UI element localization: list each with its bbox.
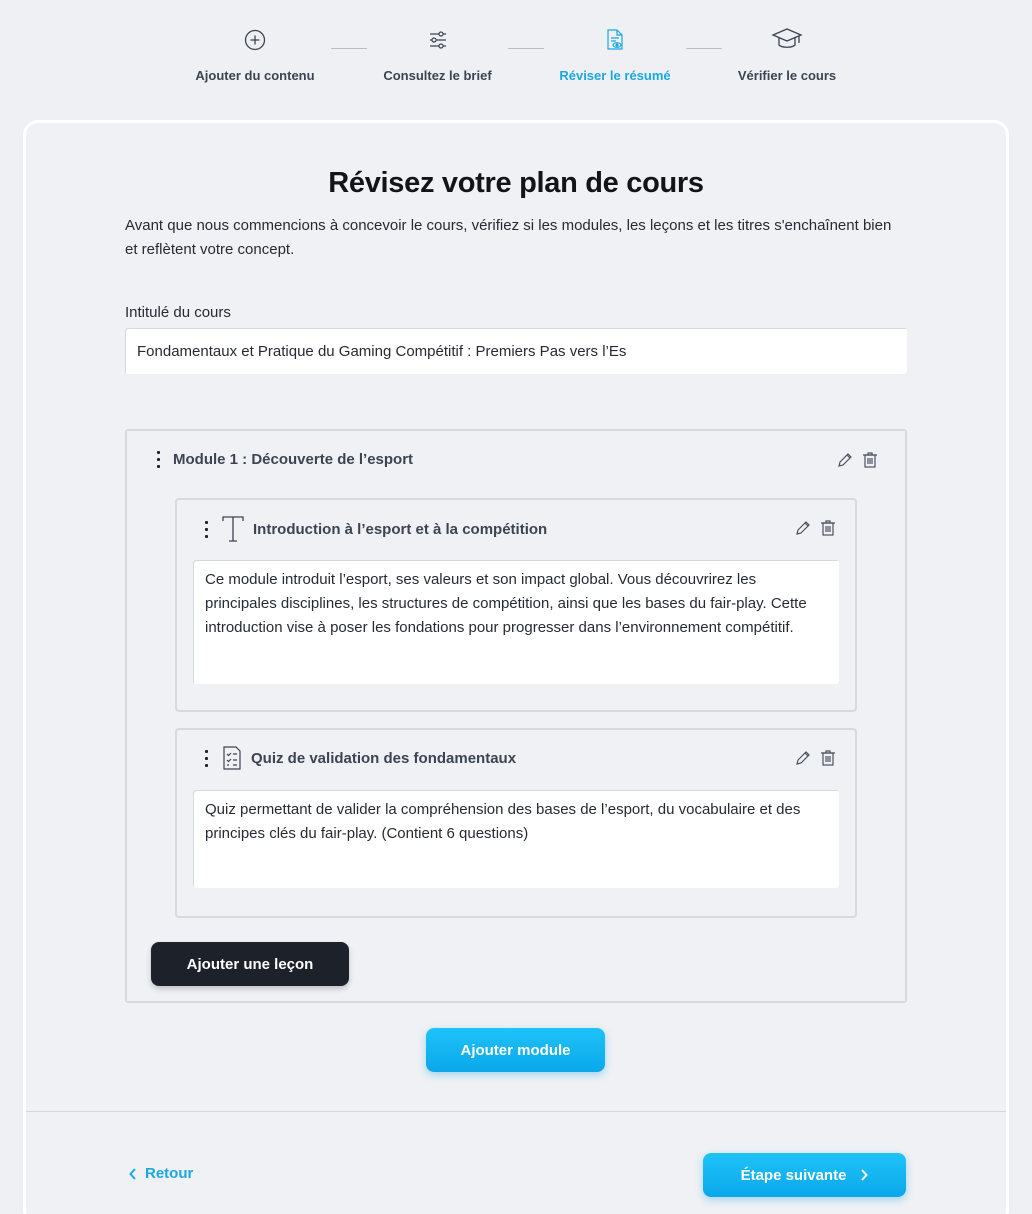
divider — [26, 1111, 1006, 1112]
lesson-actions — [794, 749, 836, 772]
trash-icon[interactable] — [820, 749, 836, 772]
step-connector — [686, 48, 722, 49]
trash-icon[interactable] — [820, 519, 836, 542]
lesson-title: Quiz de validation des fondamentaux — [251, 749, 517, 767]
lesson-description[interactable]: Quiz permettant de valider la compréhens… — [193, 790, 839, 888]
text-icon — [221, 516, 245, 542]
module-card: Module 1 : Découverte de l’esport Introd… — [125, 429, 907, 1003]
module-title: Module 1 : Découverte de l’esport — [173, 451, 414, 468]
next-step-button[interactable]: Étape suivante — [703, 1153, 906, 1197]
document-review-icon — [559, 24, 671, 56]
chevron-left-icon — [129, 1167, 137, 1180]
graduation-cap-icon — [737, 24, 837, 56]
step-add-content[interactable]: Ajouter du contenu — [195, 24, 315, 83]
step-connector — [508, 48, 544, 49]
edit-icon[interactable] — [794, 749, 812, 772]
progress-stepper: Ajouter du contenu Consultez le brief Ré… — [0, 0, 1032, 110]
step-label: Ajouter du contenu — [195, 68, 315, 83]
drag-handle-icon[interactable] — [203, 520, 209, 538]
step-label: Vérifier le cours — [737, 68, 837, 83]
step-review-summary[interactable]: Réviser le résumé — [559, 24, 671, 83]
next-step-label: Étape suivante — [740, 1166, 847, 1184]
course-title-label: Intitulé du cours — [125, 304, 231, 321]
quiz-icon — [221, 746, 243, 770]
plus-circle-icon — [195, 24, 315, 56]
drag-handle-icon[interactable] — [155, 451, 161, 468]
chevron-right-icon — [860, 1169, 869, 1181]
step-connector — [331, 48, 367, 49]
page-title: Révisez votre plan de cours — [328, 167, 704, 199]
lesson-description[interactable]: Ce module introduit l’esport, ses valeur… — [193, 560, 839, 684]
lesson-actions — [794, 519, 836, 542]
lesson-header: Introduction à l’esport et à la compétit… — [203, 516, 547, 542]
course-title-input[interactable] — [125, 328, 907, 374]
add-module-button[interactable]: Ajouter module — [426, 1028, 605, 1072]
trash-icon[interactable] — [862, 451, 878, 474]
back-link[interactable]: Retour — [129, 1165, 193, 1182]
drag-handle-icon[interactable] — [203, 749, 209, 767]
step-label: Consultez le brief — [383, 68, 492, 83]
sliders-icon — [382, 24, 493, 56]
module-header: Module 1 : Découverte de l’esport — [155, 451, 413, 468]
lesson-card: Quiz de validation des fondamentaux Quiz… — [175, 728, 857, 918]
step-label: Réviser le résumé — [559, 68, 671, 83]
lesson-header: Quiz de validation des fondamentaux — [203, 746, 516, 770]
module-actions — [836, 451, 878, 474]
step-brief[interactable]: Consultez le brief — [382, 24, 493, 83]
lesson-card: Introduction à l’esport et à la compétit… — [175, 498, 857, 712]
lesson-title: Introduction à l’esport et à la compétit… — [253, 520, 548, 538]
back-label: Retour — [145, 1165, 194, 1182]
edit-icon[interactable] — [836, 451, 854, 474]
review-card: Révisez votre plan de cours Avant que no… — [26, 123, 1006, 1214]
page-description: Avant que nous commencions à concevoir l… — [125, 217, 892, 258]
step-verify-course[interactable]: Vérifier le cours — [737, 24, 837, 83]
edit-icon[interactable] — [794, 519, 812, 542]
add-lesson-button[interactable]: Ajouter une leçon — [151, 942, 349, 986]
